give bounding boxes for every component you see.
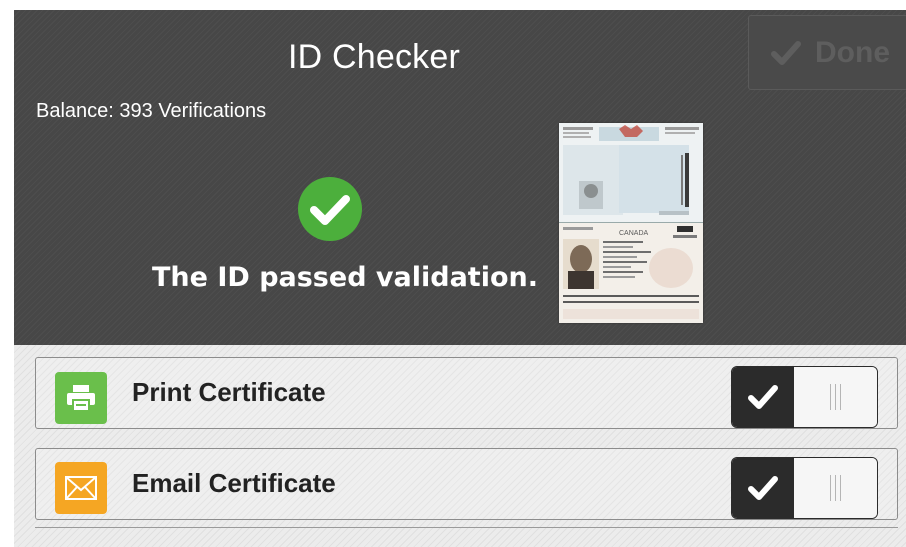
- envelope-icon: [65, 476, 97, 500]
- toggle-on-segment: [732, 458, 794, 518]
- header-panel: ID Checker Done Balance: 393 Verificatio…: [14, 10, 906, 345]
- email-certificate-row[interactable]: Email Certificate: [35, 448, 898, 520]
- balance-text: Balance: 393 Verifications: [36, 100, 267, 122]
- checkmark-icon: [771, 40, 801, 65]
- envelope-icon-tile: [55, 462, 107, 514]
- printer-icon: [67, 385, 95, 412]
- done-button-label: Done: [815, 35, 890, 69]
- toggle-knob: [794, 458, 877, 518]
- panel-divider: [35, 527, 898, 528]
- success-check-icon: [298, 177, 362, 241]
- page-title: ID Checker: [287, 38, 461, 76]
- grip-lines-icon: [829, 475, 841, 501]
- email-certificate-toggle[interactable]: [731, 457, 878, 519]
- printer-icon-tile: [55, 372, 107, 424]
- passport-scan-image[interactable]: CANADA: [559, 123, 703, 323]
- toggle-knob: [794, 367, 877, 427]
- passport-country-text: CANADA: [619, 230, 649, 237]
- checkmark-icon: [748, 476, 778, 500]
- print-certificate-toggle[interactable]: [731, 366, 878, 428]
- grip-lines-icon: [829, 384, 841, 410]
- email-certificate-label: Email Certificate: [132, 468, 336, 498]
- print-certificate-label: Print Certificate: [132, 377, 326, 407]
- checkmark-icon: [748, 385, 778, 409]
- print-certificate-row[interactable]: Print Certificate: [35, 357, 898, 429]
- options-panel: Print Certificate Email Certificate: [14, 345, 906, 547]
- toggle-on-segment: [732, 367, 794, 427]
- done-button[interactable]: Done: [748, 15, 906, 90]
- passport-image: CANADA: [559, 123, 703, 323]
